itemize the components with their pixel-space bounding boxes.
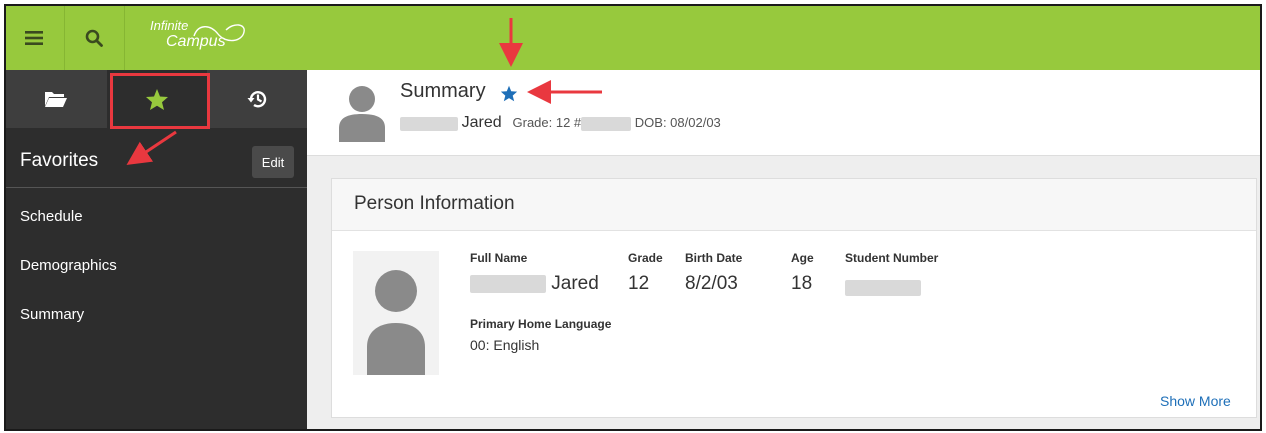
student-first-name: Jared — [461, 114, 502, 131]
favorite-star-icon[interactable] — [500, 85, 518, 102]
redacted-student-number — [581, 116, 632, 131]
birth-date-value: 8/2/03 — [685, 273, 738, 294]
show-more-link[interactable]: Show More — [1160, 393, 1231, 409]
student-header: Summary Jared Grade: 12 # DOB: 08/02/03 — [307, 70, 1260, 156]
age-label: Age — [791, 251, 814, 265]
sidebar-item-demographics[interactable]: Demographics — [20, 257, 117, 274]
birth-date-label: Birth Date — [685, 251, 743, 265]
card-header: Person Information — [332, 179, 1256, 231]
tab-history[interactable] — [208, 70, 308, 128]
sidebar: Favorites Edit Schedule Demographics Sum… — [6, 70, 308, 429]
main-content: Summary Jared Grade: 12 # DOB: 08/02/03 … — [307, 70, 1260, 429]
person-information-card: Person Information Full Name Jared Grade… — [331, 178, 1257, 418]
full-name-label: Full Name — [470, 251, 528, 265]
primary-language-value: 00: English — [470, 337, 540, 353]
sidebar-item-schedule[interactable]: Schedule — [20, 208, 83, 225]
student-number-label: Student Number — [845, 251, 939, 265]
history-icon — [247, 91, 267, 108]
app-window: Infinite Campus Favorites Edit Schedule … — [4, 4, 1262, 431]
page-title: Summary — [400, 80, 486, 102]
student-number-value — [845, 277, 921, 299]
topbar-divider — [124, 6, 125, 70]
full-name-first: Jared — [551, 273, 599, 294]
age-value: 18 — [791, 273, 813, 294]
avatar-silhouette-icon — [367, 270, 425, 375]
search-icon[interactable] — [72, 6, 116, 70]
edit-button[interactable]: Edit — [252, 146, 294, 178]
student-subtitle: Jared Grade: 12 # DOB: 08/02/03 — [400, 114, 721, 132]
grade-text: Grade: 12 # — [512, 115, 582, 130]
hamburger-menu-icon[interactable] — [12, 6, 56, 70]
favorites-title: Favorites — [20, 150, 99, 171]
topbar-divider — [64, 6, 65, 70]
dob-text: DOB: 08/02/03 — [634, 115, 721, 130]
infinite-campus-logo[interactable]: Infinite Campus — [150, 18, 245, 50]
top-bar: Infinite Campus — [6, 6, 1260, 70]
card-title: Person Information — [354, 193, 515, 214]
sidebar-divider — [6, 187, 307, 188]
full-name-value: Jared — [470, 273, 599, 295]
redacted-last-name — [400, 116, 458, 131]
annotation-highlight-box — [110, 73, 210, 129]
folder-open-icon — [45, 92, 67, 107]
grade-value: 12 — [628, 273, 650, 294]
redacted-last-name — [470, 274, 546, 293]
primary-language-label: Primary Home Language — [470, 317, 612, 331]
student-photo — [353, 251, 439, 375]
avatar — [339, 86, 385, 142]
sidebar-item-summary[interactable]: Summary — [20, 306, 84, 323]
tab-folder[interactable] — [6, 70, 106, 128]
grade-label: Grade — [628, 251, 663, 265]
redacted-student-number — [845, 279, 921, 296]
